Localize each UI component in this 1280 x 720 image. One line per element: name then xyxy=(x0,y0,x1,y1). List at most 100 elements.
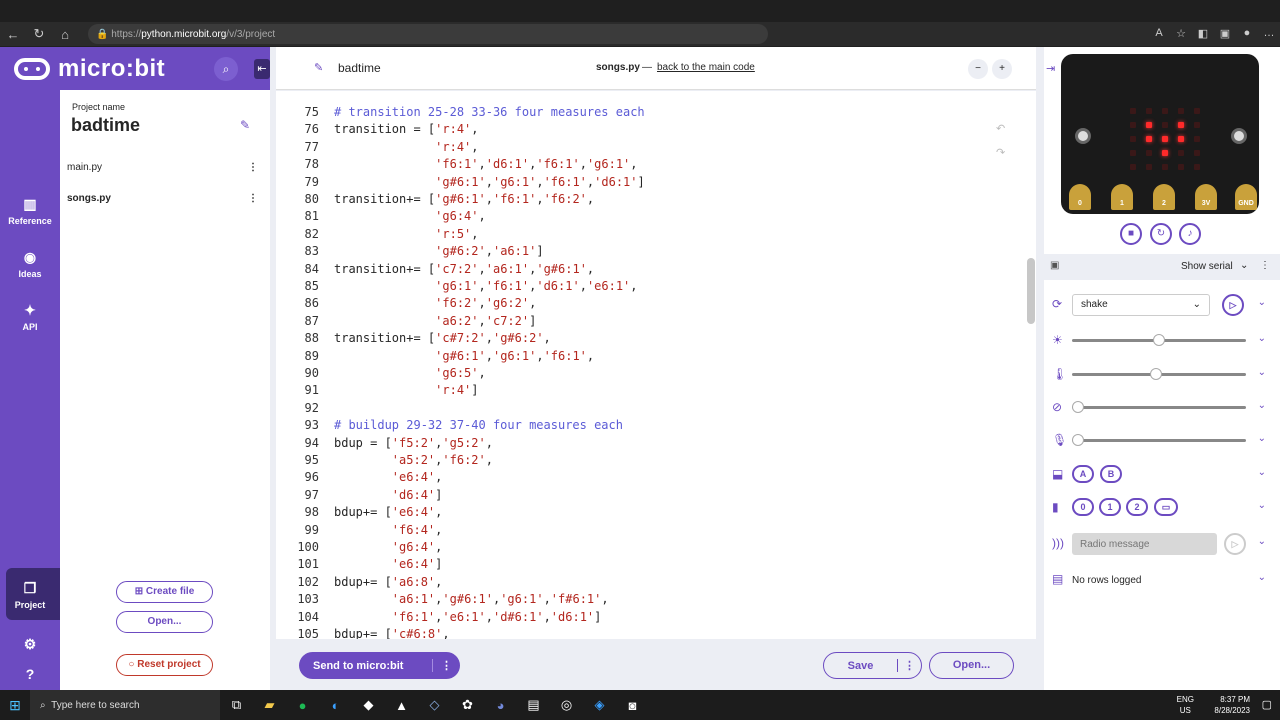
gesture-select[interactable]: shake ⌄ xyxy=(1072,294,1210,316)
task-view-icon[interactable]: ⧉ xyxy=(220,697,253,713)
rail-ideas[interactable]: ◉ Ideas xyxy=(0,249,60,279)
file-explorer-icon[interactable]: ▰ xyxy=(253,697,286,713)
app-icon[interactable]: ✿ xyxy=(451,697,484,713)
reload-icon[interactable]: ↻ xyxy=(26,26,52,42)
code-line[interactable]: 'g#6:1','g6:1','f6:1','d6:1'] xyxy=(334,175,645,189)
code-line[interactable]: 'r:4'] xyxy=(334,383,478,397)
code-line[interactable]: bdup+= ['e6:4', xyxy=(334,505,442,519)
code-line[interactable]: 'f6:4', xyxy=(334,523,443,537)
help-icon[interactable]: ? xyxy=(0,666,60,685)
code-comment-line[interactable]: # transition 25-28 33-36 four measures e… xyxy=(334,105,645,119)
discord-icon[interactable]: ◕ xyxy=(484,698,517,713)
code-comment-line[interactable]: # buildup 29-32 37-40 four measures each xyxy=(334,418,623,432)
slider-knob[interactable] xyxy=(1072,434,1084,446)
settings-gear-icon[interactable]: ⚙ xyxy=(0,636,60,656)
play-gesture-icon[interactable]: ▷ xyxy=(1222,294,1244,316)
save-more-icon[interactable]: ⋮ xyxy=(897,659,921,672)
edge-icon[interactable]: ◐ xyxy=(319,698,352,713)
edit-title-icon[interactable]: ✎ xyxy=(314,61,323,74)
chevron-down-icon[interactable]: ⌄ xyxy=(1240,260,1248,271)
slider-knob[interactable] xyxy=(1072,401,1084,413)
steam-icon[interactable]: ◎ xyxy=(550,697,583,713)
send-more-icon[interactable]: ⋮ xyxy=(432,659,460,672)
editor-scrollbar[interactable] xyxy=(1027,258,1035,324)
redo-icon[interactable]: ↷ xyxy=(996,146,1005,159)
compass-slider[interactable] xyxy=(1072,401,1246,413)
chevron-down-icon[interactable]: ⌄ xyxy=(1258,433,1266,444)
app-icon[interactable]: ◆ xyxy=(352,697,385,713)
code-line[interactable]: 'a6:2','c7:2'] xyxy=(334,314,536,328)
send-radio-icon[interactable]: ▷ xyxy=(1224,533,1246,555)
touch-logo-icon[interactable]: ▭ xyxy=(1154,498,1178,516)
read-aloud-icon[interactable]: A xyxy=(1150,27,1168,41)
touch-pin-2[interactable]: 2 xyxy=(1126,498,1148,516)
chevron-down-icon[interactable]: ⌄ xyxy=(1258,572,1266,583)
back-to-main-link[interactable]: back to the main code xyxy=(657,62,755,73)
code-line[interactable]: transition = ['r:4', xyxy=(334,122,479,136)
collapse-simulator-icon[interactable]: ⇥ xyxy=(1046,62,1055,75)
rail-project[interactable]: ❐ Project xyxy=(0,580,60,610)
code-line[interactable]: 'g#6:1','g6:1','f6:1', xyxy=(334,349,594,363)
code-line[interactable]: 'f6:1','d6:1','f6:1','g6:1', xyxy=(334,157,637,171)
rail-api[interactable]: ✦ API xyxy=(0,302,60,332)
code-line[interactable]: transition+= ['c7:2','a6:1','g#6:1', xyxy=(334,262,594,276)
code-line[interactable]: transition+= ['c#7:2','g#6:2', xyxy=(334,331,551,345)
code-line[interactable]: 'g#6:2','a6:1'] xyxy=(334,244,543,258)
radio-message-input[interactable] xyxy=(1072,533,1217,555)
code-line[interactable]: 'g6:4', xyxy=(334,209,486,223)
button-b[interactable] xyxy=(1231,128,1247,144)
settings-more-icon[interactable]: … xyxy=(1260,27,1278,41)
code-line[interactable]: bdup+= ['c#6:8', xyxy=(334,627,450,639)
system-clock[interactable]: 8:37 PM 8/28/2023 xyxy=(1214,694,1250,716)
search-icon[interactable]: ⌕ xyxy=(214,57,238,81)
code-line[interactable]: 'r:5', xyxy=(334,227,478,241)
code-line[interactable]: bdup+= ['a6:8', xyxy=(334,575,442,589)
more-options-icon[interactable]: ⋮ xyxy=(248,193,258,204)
sim-button-b[interactable]: B xyxy=(1100,465,1122,483)
create-file-button[interactable]: ⊞ Create file xyxy=(116,581,213,603)
spotify-icon[interactable]: ● xyxy=(286,698,319,713)
mute-icon[interactable]: ♪ xyxy=(1179,223,1201,245)
home-icon[interactable]: ⌂ xyxy=(52,27,78,42)
code-line[interactable]: 'a6:1','g#6:1','g6:1','f#6:1', xyxy=(334,592,609,606)
slider-knob[interactable] xyxy=(1153,334,1165,346)
more-options-icon[interactable]: ⋮ xyxy=(248,162,258,173)
reset-project-button[interactable]: ○ Reset project xyxy=(116,654,213,676)
show-serial-button[interactable]: Show serial xyxy=(1181,261,1233,272)
app-icon[interactable]: ◇ xyxy=(418,697,451,713)
button-a[interactable] xyxy=(1075,128,1091,144)
sound-slider[interactable] xyxy=(1072,434,1246,446)
rail-reference[interactable]: ▥ Reference xyxy=(0,196,60,226)
chevron-down-icon[interactable]: ⌄ xyxy=(1258,367,1266,378)
browser-tab-strip[interactable] xyxy=(0,0,1280,22)
chevron-down-icon[interactable]: ⌄ xyxy=(1258,500,1266,511)
windows-start-icon[interactable]: ⊞ xyxy=(0,697,30,714)
chevron-down-icon[interactable]: ⌄ xyxy=(1258,297,1266,308)
touch-pin-0[interactable]: 0 xyxy=(1072,498,1094,516)
code-line[interactable]: 'g6:1','f6:1','d6:1','e6:1', xyxy=(334,279,637,293)
open-file-button[interactable]: Open... xyxy=(929,652,1014,679)
stop-icon[interactable]: ■ xyxy=(1120,223,1142,245)
extensions-icon[interactable]: ◧ xyxy=(1194,27,1212,41)
sim-button-a[interactable]: A xyxy=(1072,465,1094,483)
open-button[interactable]: Open... xyxy=(116,611,213,633)
collections-icon[interactable]: ▣ xyxy=(1216,27,1234,41)
chevron-down-icon[interactable]: ⌄ xyxy=(1258,467,1266,478)
app-icon[interactable]: ▲ xyxy=(385,698,418,713)
code-line[interactable]: 'e6:4', xyxy=(334,470,443,484)
chevron-down-icon[interactable]: ⌄ xyxy=(1258,400,1266,411)
restart-icon[interactable]: ↻ xyxy=(1150,223,1172,245)
temperature-slider[interactable] xyxy=(1072,368,1246,380)
app-icon[interactable]: ▤ xyxy=(517,697,550,713)
collapse-sidebar-icon[interactable]: ⇤ xyxy=(254,59,270,79)
light-slider[interactable] xyxy=(1072,334,1246,346)
code-line[interactable]: 'a5:2','f6:2', xyxy=(334,453,493,467)
zoom-out-button[interactable]: − xyxy=(968,59,988,79)
code-line[interactable]: transition+= ['g#6:1','f6:1','f6:2', xyxy=(334,192,594,206)
code-line[interactable]: 'f6:1','e6:1','d#6:1','d6:1'] xyxy=(334,610,602,624)
code-line[interactable]: 'g6:5', xyxy=(334,366,486,380)
zoom-in-button[interactable]: + xyxy=(992,59,1012,79)
profile-icon[interactable]: ● xyxy=(1238,27,1256,41)
file-item-main[interactable]: main.py ⋮ xyxy=(60,154,270,180)
edit-project-name-icon[interactable]: ✎ xyxy=(240,118,250,132)
